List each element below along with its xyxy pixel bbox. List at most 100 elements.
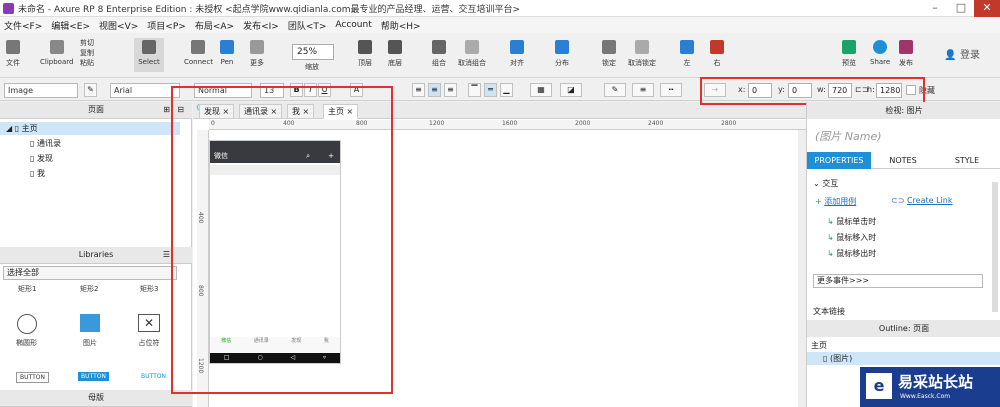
distribute-button[interactable]: 分布 [555,40,569,68]
page-icon: ▯ [14,124,20,133]
line-color-icon[interactable]: ✎ [604,83,626,97]
right-button[interactable]: 右 [710,40,724,68]
menu-publish[interactable]: 发布<I> [243,19,279,32]
share-button[interactable]: Share [870,40,890,66]
group-icon [432,40,446,54]
page-item-me[interactable]: ▯ 我 [30,168,45,179]
align-left-text-icon[interactable]: ≡ [412,83,425,97]
user-icon: 👤 [944,50,957,61]
copy-button[interactable]: 复制 [80,48,94,58]
widget-rect2[interactable]: 矩形2 [80,284,98,294]
ruler-tick: 2400 [648,120,664,127]
menu-icon[interactable]: ☰ [163,247,170,263]
cloud-icon [873,40,888,54]
paste-button[interactable]: 粘贴 [80,58,94,68]
tab-notes[interactable]: NOTES [871,152,935,169]
plus-icon: + [815,197,822,206]
menu-edit[interactable]: 编辑<E> [51,19,90,32]
clipboard-icon [49,40,64,54]
vertical-scrollbar[interactable] [992,182,998,312]
vertical-scrollbar[interactable] [798,130,806,407]
event-click[interactable]: ↳ 鼠标单击时 [827,216,876,227]
event-mouse-enter[interactable]: ↳ 鼠标移入时 [827,232,876,243]
ruler-tick: 2000 [575,120,591,127]
clipboard-button[interactable]: Clipboard [40,40,73,66]
ruler-tick: 1200 [429,120,445,127]
left-button[interactable]: 左 [680,40,694,68]
zoom-select[interactable]: 25% [292,44,334,60]
maximize-icon[interactable]: □ [948,0,974,17]
widget-button[interactable]: BUTTON [16,372,49,383]
lock-button[interactable]: 锁定 [602,40,616,68]
preview-button[interactable]: 预览 [842,40,856,68]
placeholder-icon: ✕ [138,314,160,332]
inspector-tabs: PROPERTIES NOTES STYLE [807,152,1000,169]
top-layer-button[interactable]: 顶层 [358,40,372,68]
widget-rect1[interactable]: 矩形1 [18,284,36,294]
add-case-link[interactable]: + 添加用例 [815,196,856,207]
ungroup-button[interactable]: 取消组合 [458,40,486,68]
align-right-text-icon[interactable]: ≡ [444,83,457,97]
publish-button[interactable]: 发布 [899,40,913,68]
outline-item-home[interactable]: 主页 [811,340,827,351]
pages-header: 页面 ⊞ ⊟ [0,102,192,119]
tab-style[interactable]: STYLE [935,152,999,169]
widget-link-button[interactable]: BUTTON [138,372,169,381]
valign-middle-icon[interactable]: ═ [484,83,497,97]
more-button[interactable]: 更多 [250,40,264,68]
widget-type-select[interactable]: Image [4,83,78,98]
widget-name-field[interactable]: (图片 Name) [815,128,882,144]
watermark-sub: Www.Easck.Com [900,393,951,400]
add-page-icon[interactable]: ⊞ [163,102,170,118]
minimize-icon[interactable]: – [922,0,948,17]
align-right-icon [710,40,724,54]
line-style-icon[interactable]: ┅ [660,83,682,97]
widget-image[interactable]: 图片 [80,314,100,348]
menu-layout[interactable]: 布局<A> [195,19,234,32]
page-item-home[interactable]: ◢ ▯ 主页 [0,122,180,135]
more-events-select[interactable]: 更多事件>>> [813,274,983,288]
font-select[interactable]: Arial [110,83,180,98]
tab-properties[interactable]: PROPERTIES [807,152,871,169]
bottom-layer-button[interactable]: 底层 [388,40,402,68]
widget-ellipse[interactable]: 椭圆形 [16,314,37,348]
image-icon [80,314,100,332]
valign-top-icon[interactable]: ▔ [468,83,481,97]
menu-account[interactable]: Account [335,20,371,30]
title-bar: 未命名 - Axure RP 8 Enterprise Edition : 未授… [0,0,1000,17]
menu-project[interactable]: 项目<P> [147,19,186,32]
shadow-icon[interactable]: ◪ [560,83,582,97]
page-icon: ▯ [30,154,35,163]
main-toolbar: 文件 Clipboard 剪切 复制 粘贴 Select Connect Pen… [0,34,1000,78]
page-item-contacts[interactable]: ▯ 通讯录 [30,138,61,149]
menu-view[interactable]: 视图<V> [99,19,138,32]
widget-placeholder[interactable]: ✕ 占位符 [138,314,160,348]
close-icon[interactable]: ✕ [974,0,1000,17]
menu-team[interactable]: 团队<T> [288,19,327,32]
outline-item-image[interactable]: ▯ (图片) [807,352,1000,365]
fill-color-icon[interactable]: ▦ [530,83,552,97]
style-painter-icon[interactable]: ✎ [84,83,97,97]
widget-primary-button[interactable]: BUTTON [78,372,109,381]
page-item-discover[interactable]: ▯ 发现 [30,153,53,164]
create-link[interactable]: ⊂⊃ Create Link [891,196,952,205]
menu-file[interactable]: 文件<F> [4,19,42,32]
library-select[interactable]: 选择全部 [3,266,177,280]
align-center-text-icon[interactable]: ≡ [428,83,441,97]
pen-button[interactable]: Pen [220,40,234,66]
cut-button[interactable]: 剪切 [80,38,94,48]
group-button[interactable]: 组合 [432,40,446,68]
login-link[interactable]: 👤 登录 [944,46,980,61]
interaction-section[interactable]: ⌄ 交互 [813,178,838,189]
unlock-button[interactable]: 取消锁定 [628,40,656,68]
menu-help[interactable]: 帮助<H> [381,19,421,32]
valign-bottom-icon[interactable]: ▁ [500,83,513,97]
connect-button[interactable]: Connect [184,40,213,66]
event-mouse-leave[interactable]: ↳ 鼠标移出时 [827,248,876,259]
highlight-box-canvas [171,86,393,394]
file-button[interactable]: 文件 [6,40,20,68]
widget-rect3[interactable]: 矩形3 [140,284,158,294]
line-width-icon[interactable]: ≡ [632,83,654,97]
select-button[interactable]: Select [134,38,164,72]
align-button[interactable]: 对齐 [510,40,524,68]
